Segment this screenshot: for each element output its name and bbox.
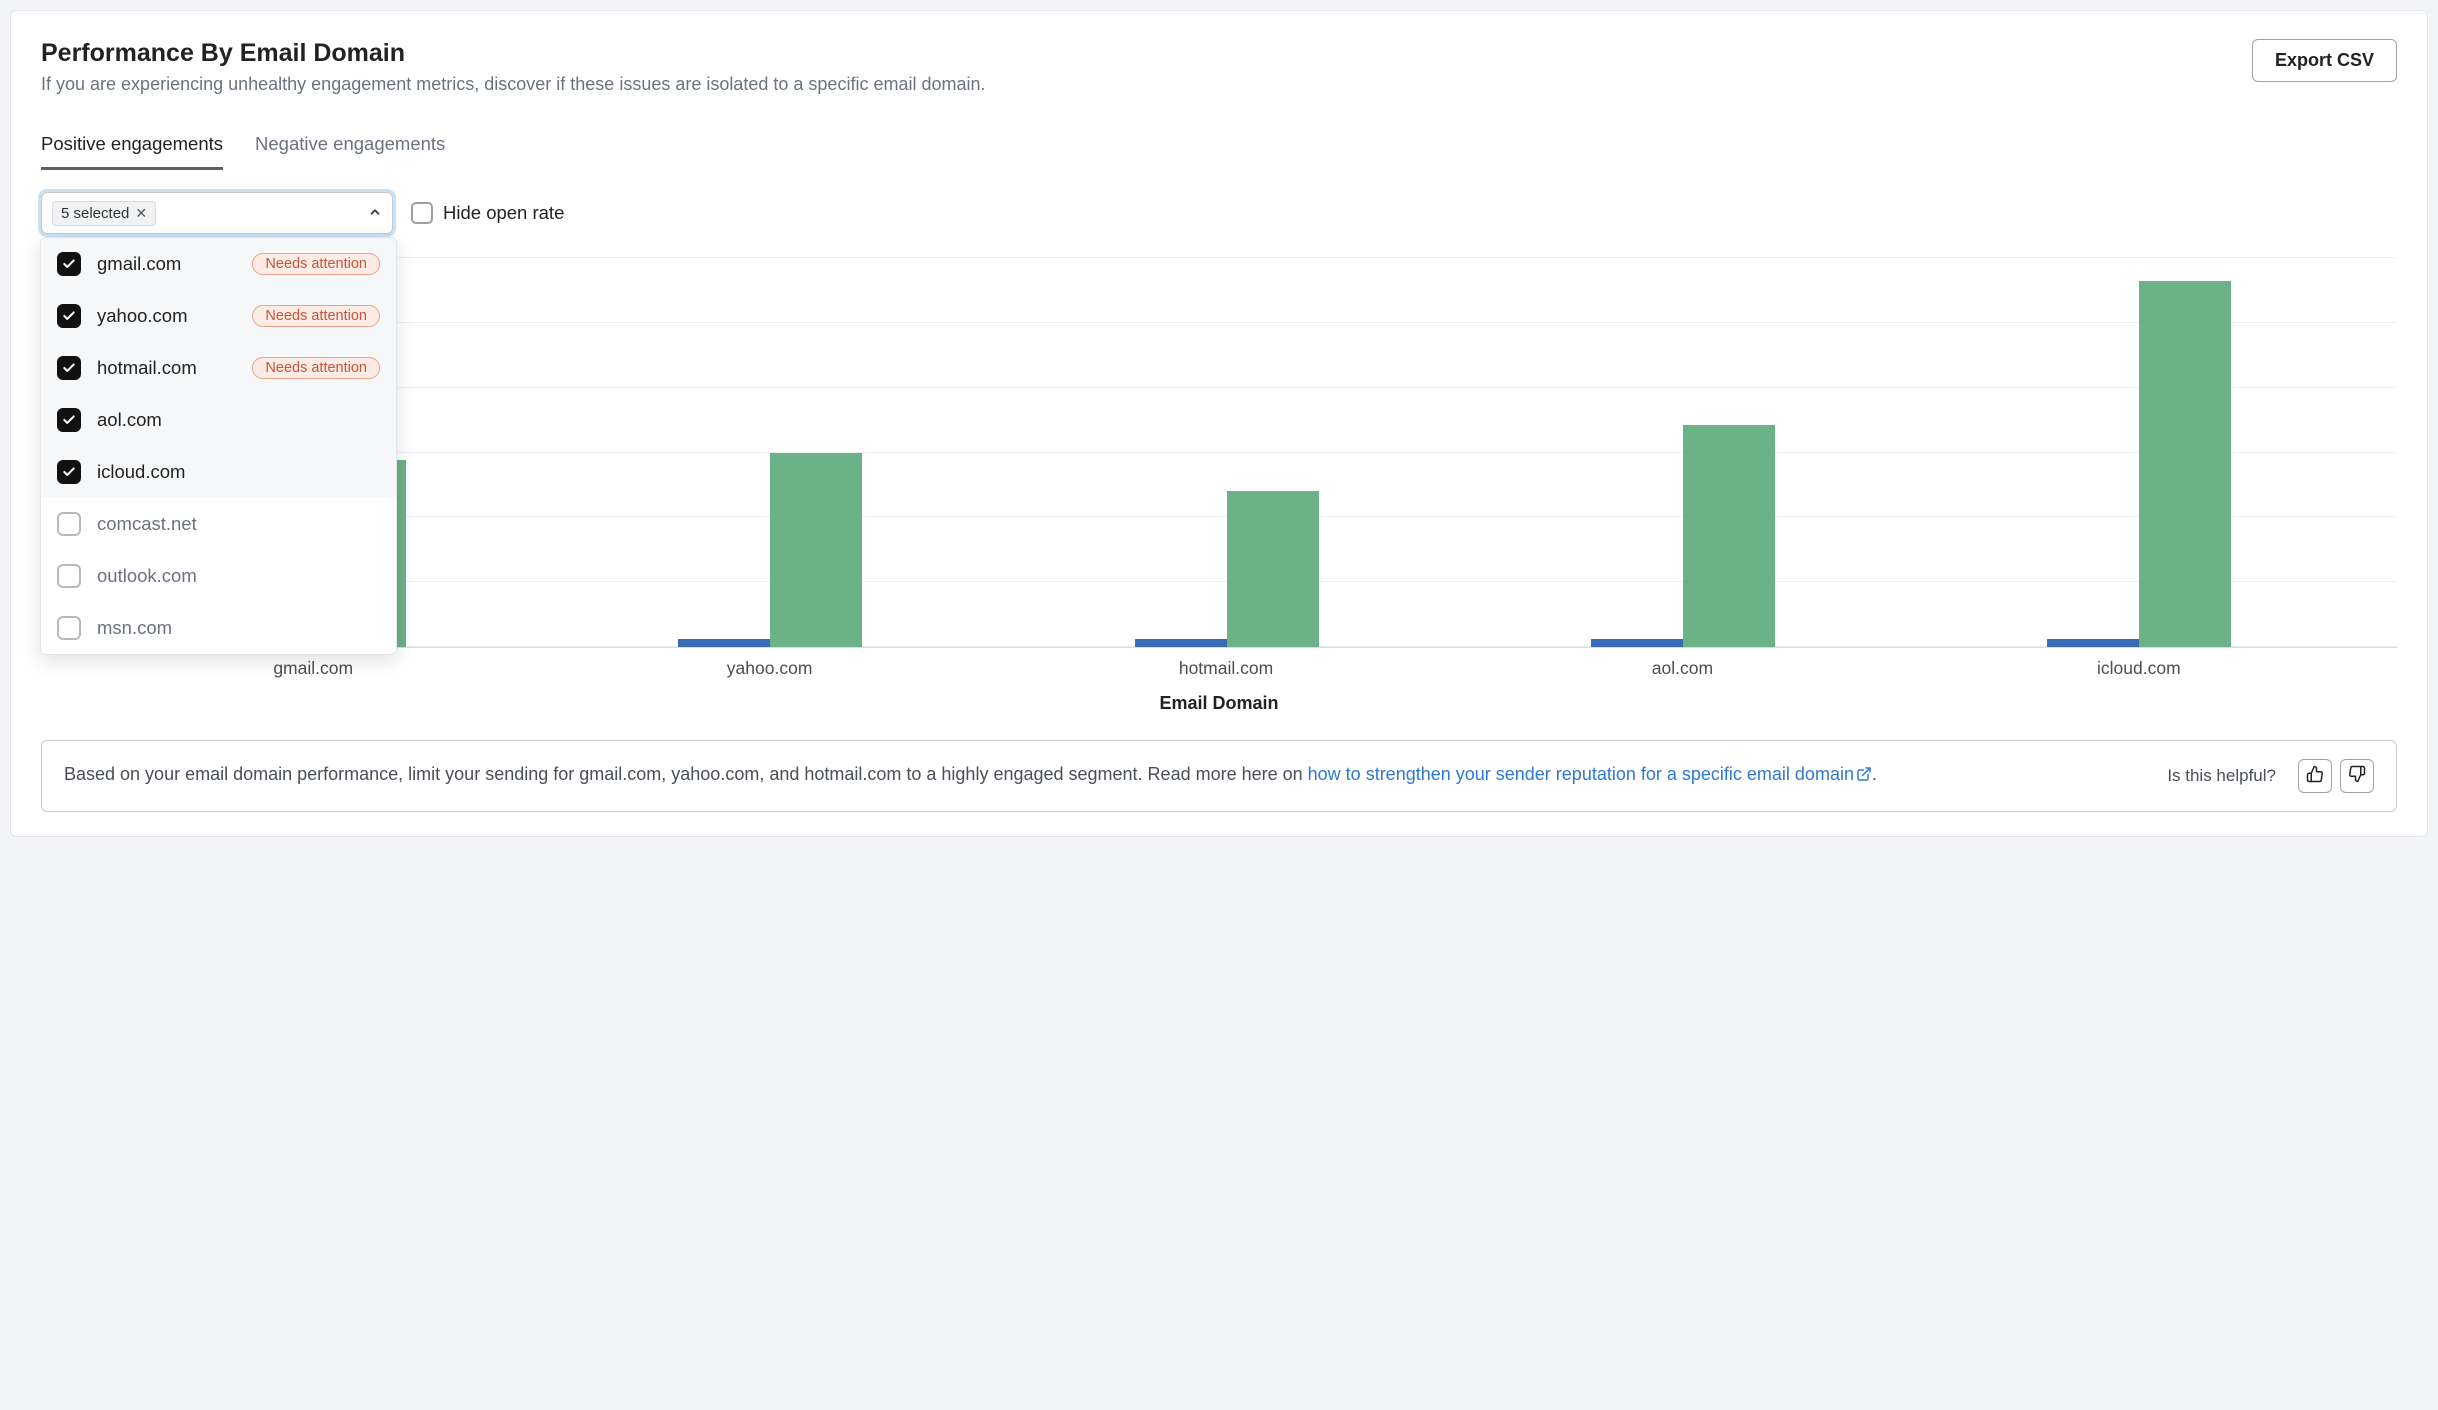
domain-option-comcast-net[interactable]: comcast.net	[41, 498, 396, 550]
thumbs-down-button[interactable]	[2340, 759, 2374, 793]
domain-multiselect[interactable]: 5 selected ✕ gmail.comNeeds attentionyah…	[41, 192, 393, 234]
external-link-icon	[1856, 763, 1872, 791]
export-csv-button[interactable]: Export CSV	[2252, 39, 2397, 82]
domain-option-label: gmail.com	[97, 253, 181, 275]
checkbox-icon	[411, 202, 433, 224]
bar-open-rate[interactable]	[1227, 491, 1319, 647]
checkbox-checked-icon	[57, 356, 81, 380]
thumbs-up-icon	[2306, 765, 2324, 788]
domain-option-label: msn.com	[97, 617, 172, 639]
bar-open-rate[interactable]	[1683, 425, 1775, 647]
bar-open-rate[interactable]	[770, 453, 862, 648]
bar-click-rate[interactable]	[678, 639, 770, 647]
checkbox-checked-icon	[57, 460, 81, 484]
x-tick-label: aol.com	[1454, 658, 1910, 679]
chart-plot-area	[55, 258, 2397, 648]
card-subtitle: If you are experiencing unhealthy engage…	[41, 74, 986, 95]
x-tick-label: hotmail.com	[998, 658, 1454, 679]
feedback-buttons	[2298, 759, 2374, 793]
hide-open-rate-label: Hide open rate	[443, 202, 564, 224]
checkbox-unchecked-icon	[57, 564, 81, 588]
bar-group	[542, 258, 998, 647]
insight-text: Based on your email domain performance, …	[64, 761, 2145, 791]
tab-positive-engagements[interactable]: Positive engagements	[41, 125, 223, 170]
card-title: Performance By Email Domain	[41, 39, 986, 68]
hide-open-rate-toggle[interactable]: Hide open rate	[411, 202, 564, 224]
insight-prefix: Based on your email domain performance, …	[64, 764, 1308, 784]
checkbox-checked-icon	[57, 408, 81, 432]
domain-option-hotmail-com[interactable]: hotmail.com Needs attention	[41, 342, 396, 394]
chip-label: 5 selected	[61, 205, 129, 222]
bar-group	[998, 258, 1454, 647]
domain-option-yahoo-com[interactable]: yahoo.com Needs attention	[41, 290, 396, 342]
filter-controls: 5 selected ✕ gmail.comNeeds attentionyah…	[41, 192, 2397, 234]
domain-dropdown: gmail.com Needs attention yahoo.com Needs a…	[40, 237, 397, 655]
bar-open-rate[interactable]	[2139, 281, 2231, 647]
domain-option-label: outlook.com	[97, 565, 197, 587]
performance-by-domain-card: Performance By Email Domain If you are e…	[10, 10, 2428, 837]
x-axis-title: Email Domain	[41, 693, 2397, 714]
helpful-label: Is this helpful?	[2167, 766, 2276, 786]
domain-option-outlook-com[interactable]: outlook.com	[41, 550, 396, 602]
insight-link[interactable]: how to strengthen your sender reputation…	[1308, 764, 1872, 784]
insight-suffix: .	[1872, 764, 1877, 784]
checkbox-checked-icon	[57, 252, 81, 276]
domain-option-label: yahoo.com	[97, 305, 188, 327]
domain-option-label: icloud.com	[97, 461, 185, 483]
x-axis-labels: gmail.comyahoo.comhotmail.comaol.comiclo…	[55, 648, 2397, 679]
domain-option-icloud-com[interactable]: icloud.com	[41, 446, 396, 498]
needs-attention-badge: Needs attention	[252, 253, 380, 275]
thumbs-down-icon	[2348, 765, 2366, 788]
checkbox-unchecked-icon	[57, 616, 81, 640]
card-header: Performance By Email Domain If you are e…	[41, 39, 2397, 95]
bar-group	[1911, 258, 2367, 647]
bar-group	[1455, 258, 1911, 647]
checkbox-checked-icon	[57, 304, 81, 328]
thumbs-up-button[interactable]	[2298, 759, 2332, 793]
bar-click-rate[interactable]	[2047, 639, 2139, 647]
domain-option-msn-com[interactable]: msn.com	[41, 602, 396, 654]
domain-option-aol-com[interactable]: aol.com	[41, 394, 396, 446]
x-tick-label: gmail.com	[85, 658, 541, 679]
domain-option-label: aol.com	[97, 409, 162, 431]
bar-click-rate[interactable]	[1135, 639, 1227, 647]
checkbox-unchecked-icon	[57, 512, 81, 536]
insight-callout: Based on your email domain performance, …	[41, 740, 2397, 812]
clear-selection-icon[interactable]: ✕	[135, 205, 147, 222]
needs-attention-badge: Needs attention	[252, 357, 380, 379]
bar-click-rate[interactable]	[1591, 639, 1683, 647]
needs-attention-badge: Needs attention	[252, 305, 380, 327]
domain-option-label: hotmail.com	[97, 357, 197, 379]
chevron-up-icon	[368, 205, 382, 222]
engagement-tabs: Positive engagements Negative engagement…	[41, 125, 2397, 170]
selected-count-chip: 5 selected ✕	[52, 201, 156, 226]
tab-negative-engagements[interactable]: Negative engagements	[255, 125, 445, 170]
x-tick-label: yahoo.com	[541, 658, 997, 679]
domain-option-gmail-com[interactable]: gmail.com Needs attention	[41, 238, 396, 290]
x-tick-label: icloud.com	[1911, 658, 2367, 679]
domain-option-label: comcast.net	[97, 513, 197, 535]
